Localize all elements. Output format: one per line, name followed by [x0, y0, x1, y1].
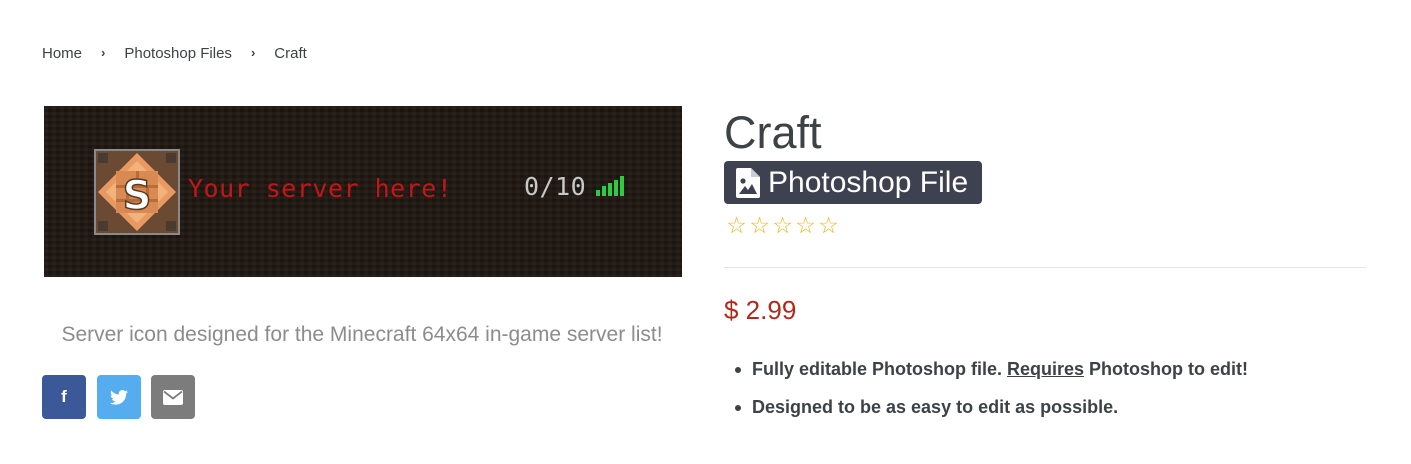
twitter-icon — [110, 389, 128, 405]
file-image-icon — [736, 167, 760, 198]
requires-link[interactable]: Requires — [1007, 359, 1084, 379]
server-icon-graphic: S — [96, 151, 178, 233]
feature-item: Fully editable Photoshop file. Requires … — [734, 357, 1248, 381]
product-image[interactable]: S Your server here! 0/10 — [44, 106, 682, 277]
feature-list: Fully editable Photoshop file. Requires … — [734, 357, 1248, 433]
product-price: $ 2.99 — [724, 295, 797, 325]
product-title: Craft — [724, 107, 822, 158]
server-motd: Your server here! — [188, 174, 453, 203]
player-count: 0/10 — [524, 172, 587, 201]
star-icon: ☆ — [726, 212, 747, 238]
breadcrumb-separator: › — [250, 45, 256, 60]
feature-text: Fully editable Photoshop file. — [752, 359, 1008, 379]
star-icon: ☆ — [772, 212, 793, 238]
product-rating[interactable]: ☆ ☆ ☆ ☆ ☆ — [725, 212, 840, 239]
product-description: Server icon designed for the Minecraft 6… — [61, 323, 663, 346]
product-type-label: Photoshop File — [768, 165, 969, 199]
divider — [724, 267, 1366, 268]
feature-text: Photoshop to edit! — [1084, 359, 1249, 379]
server-icon-letter: S — [123, 173, 152, 219]
breadcrumb-home[interactable]: Home — [42, 45, 82, 62]
signal-strength-icon — [596, 176, 624, 196]
star-icon: ☆ — [818, 212, 839, 238]
star-icon: ☆ — [795, 212, 816, 238]
share-twitter-button[interactable] — [97, 375, 141, 419]
breadcrumb-current: Craft — [274, 45, 307, 62]
breadcrumb-separator: › — [101, 45, 106, 60]
star-icon: ☆ — [749, 212, 770, 238]
product-type-badge: Photoshop File — [724, 161, 983, 204]
server-icon-preview: S — [94, 149, 180, 235]
breadcrumb: Home › Photoshop Files › Craft — [42, 45, 307, 62]
breadcrumb-photoshop-files[interactable]: Photoshop Files — [124, 45, 232, 62]
email-icon — [163, 389, 183, 405]
share-email-button[interactable] — [151, 375, 195, 419]
facebook-icon: f — [61, 387, 67, 406]
share-facebook-button[interactable]: f — [42, 375, 86, 419]
feature-item: Designed to be as easy to edit as possib… — [734, 395, 1248, 419]
